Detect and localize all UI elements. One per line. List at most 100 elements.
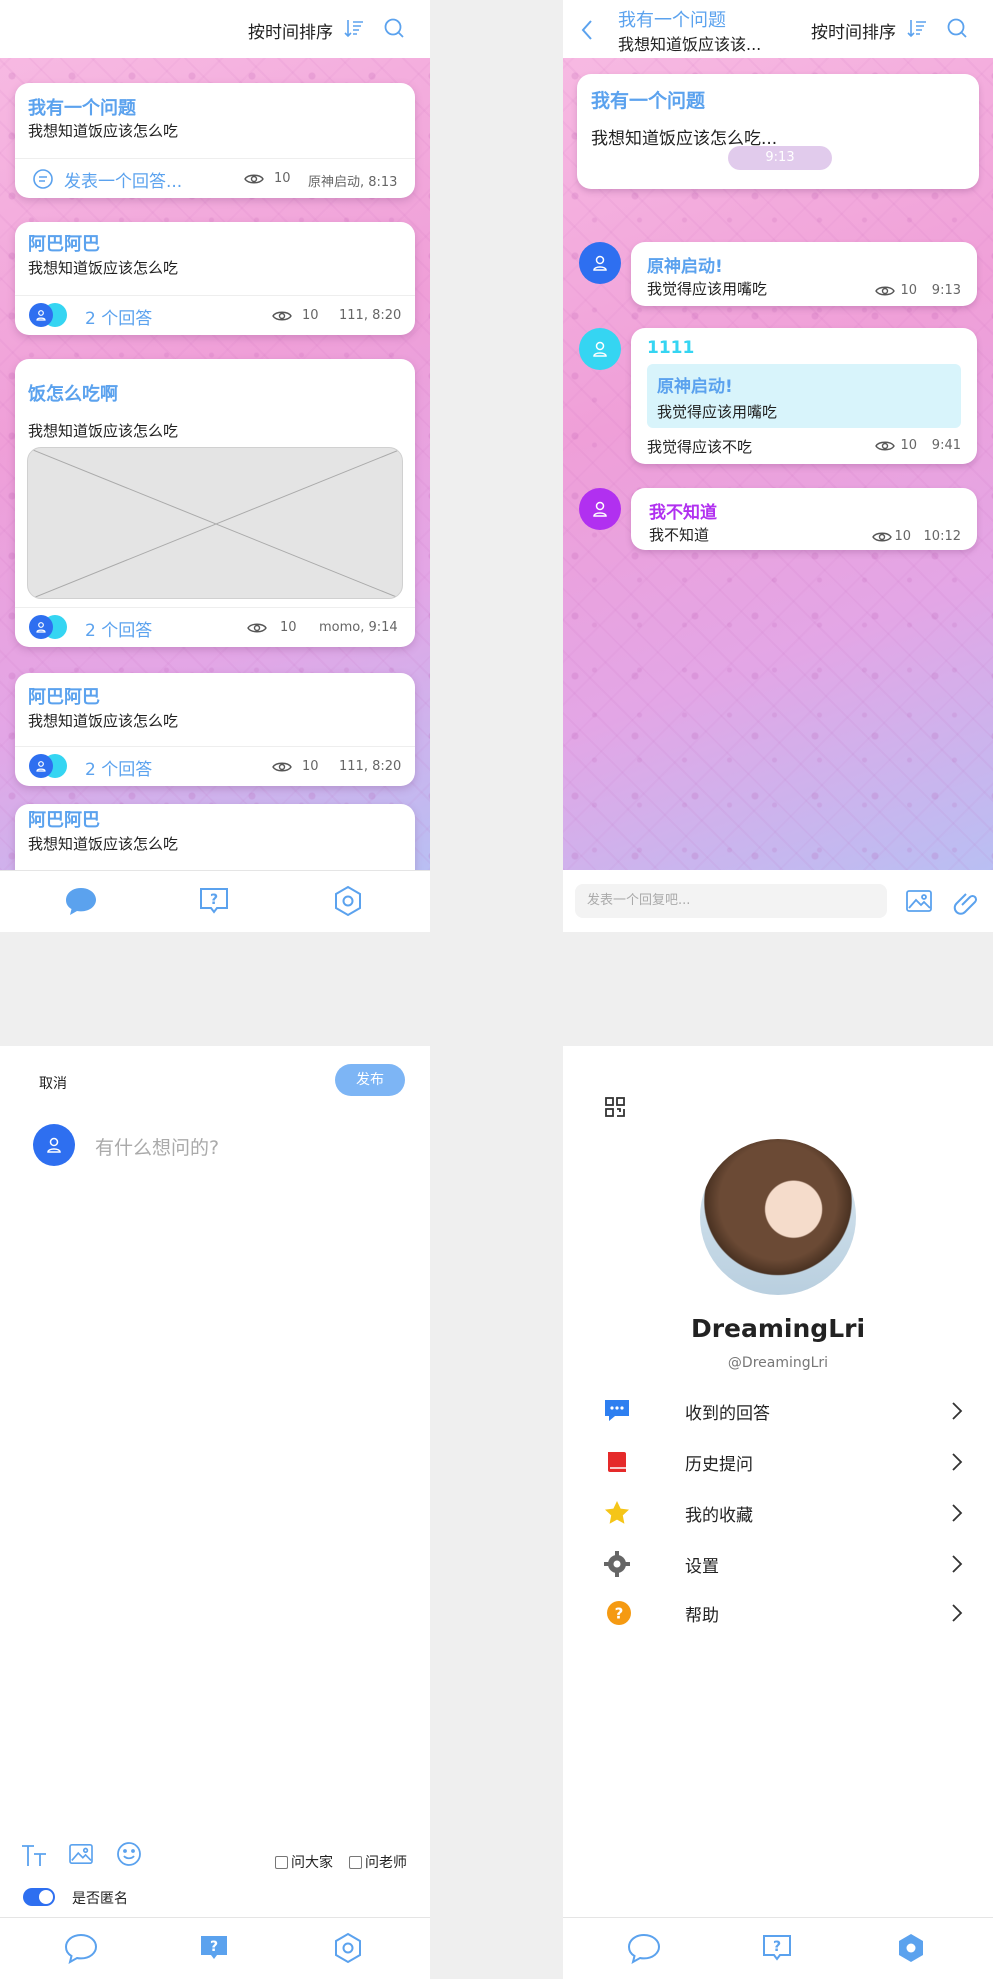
checkbox-box[interactable] <box>275 1855 288 1869</box>
svg-text:?: ? <box>210 1939 218 1955</box>
text-format-icon[interactable] <box>20 1842 48 1868</box>
post-card[interactable]: 阿巴阿巴 我想知道饭应该怎么吃 2 个回答 10 111, 8:20 <box>15 222 415 335</box>
qr-code-icon[interactable] <box>604 1096 626 1118</box>
menu-label: 设置 <box>685 1557 719 1577</box>
emoji-icon[interactable] <box>116 1841 142 1867</box>
post-title: 饭怎么吃啊 <box>28 384 118 405</box>
menu-item-history[interactable]: 历史提问 <box>603 1442 963 1482</box>
svg-text:?: ? <box>773 1939 781 1955</box>
anonymous-toggle[interactable] <box>23 1888 55 1906</box>
view-count: 10 <box>900 283 917 298</box>
message-author: 我不知道 <box>649 503 717 523</box>
message-text: 我觉得应该不吃 <box>647 438 753 456</box>
answer-count[interactable]: 2 个回答 <box>85 616 152 641</box>
eye-icon <box>244 172 264 186</box>
chevron-right-icon <box>951 1554 963 1574</box>
tab-question-icon[interactable]: ? <box>761 1932 793 1964</box>
post-text: 我想知道饭应该怎么吃 <box>28 712 179 730</box>
tab-profile-icon[interactable] <box>332 885 364 917</box>
eye-icon <box>272 760 292 774</box>
menu-item-settings[interactable]: 设置 <box>603 1544 963 1584</box>
reply-bar: 发表一个回复吧... <box>563 870 993 932</box>
attachment-icon[interactable] <box>950 887 980 917</box>
menu-item-help[interactable]: ? 帮助 <box>603 1593 963 1633</box>
post-text: 我想知道饭应该怎么吃 <box>28 259 179 277</box>
post-card[interactable]: 饭怎么吃啊 我想知道饭应该怎么吃 2 个回答 10 momo, 9:14 <box>15 359 415 647</box>
view-count: 10 <box>302 759 319 774</box>
tab-chat-icon[interactable] <box>64 885 98 917</box>
image-icon[interactable] <box>68 1843 94 1865</box>
message-bubble[interactable]: 1111 原神启动! 我觉得应该用嘴吃 我觉得应该不吃 10 9:41 <box>631 328 977 464</box>
search-icon[interactable] <box>946 17 968 39</box>
bottom-tabbar: ? <box>0 1917 430 1979</box>
back-icon[interactable] <box>580 19 594 41</box>
tab-profile-icon[interactable] <box>332 1932 364 1964</box>
reply-input[interactable]: 发表一个回复吧... <box>575 884 887 918</box>
feed-screen: 按时间排序 我有一个问题 我想知道饭应该怎么吃 发表一个回答... 10 原神启… <box>0 0 430 932</box>
image-placeholder[interactable] <box>27 447 403 599</box>
menu-item-received-answers[interactable]: 收到的回答 <box>603 1391 963 1431</box>
publish-button[interactable]: 发布 <box>335 1064 405 1096</box>
chat-topbar: 我有一个问题 我想知道饭应该该... 按时间排序 <box>563 0 993 58</box>
anonymous-label: 是否匿名 <box>72 1891 128 1907</box>
tab-question-icon[interactable]: ? <box>198 885 230 917</box>
tab-profile-icon[interactable] <box>895 1932 927 1964</box>
tab-chat-icon[interactable] <box>627 1932 661 1964</box>
post-meta: 111, 8:20 <box>339 308 402 323</box>
view-count: 10 <box>274 171 291 186</box>
eye-icon <box>272 309 292 323</box>
post-card[interactable]: 阿巴阿巴 我想知道饭应该怎么吃 2 个回答 10 111, 8:20 <box>15 673 415 786</box>
chevron-right-icon <box>951 1603 963 1623</box>
message-bubble[interactable]: 原神启动! 我觉得应该用嘴吃 10 9:13 <box>631 242 977 306</box>
sort-label[interactable]: 按时间排序 <box>248 18 333 43</box>
message-time: 9:13 <box>931 283 961 298</box>
ask-teacher-checkbox[interactable]: 问老师 <box>349 1852 407 1872</box>
avatar <box>29 303 53 327</box>
view-count: 10 <box>302 308 319 323</box>
time-divider: 9:13 <box>728 146 832 170</box>
post-footer: 发表一个回答... 10 原神启动, 8:13 <box>15 158 415 198</box>
question-card: 我有一个问题 我想知道饭应该怎么吃... <box>577 74 979 189</box>
ask-all-checkbox[interactable]: 问大家 <box>275 1852 333 1872</box>
eye-icon <box>875 284 895 298</box>
cancel-button[interactable]: 取消 <box>39 1073 67 1093</box>
post-footer: 2 个回答 10 111, 8:20 <box>15 746 415 786</box>
message-author: 原神启动! <box>647 257 723 277</box>
menu-item-favorites[interactable]: 我的收藏 <box>603 1493 963 1533</box>
post-title: 阿巴阿巴 <box>28 687 100 708</box>
avatar[interactable] <box>579 328 621 370</box>
reply-prompt[interactable]: 发表一个回答... <box>64 167 182 192</box>
sort-icon[interactable] <box>906 17 928 39</box>
image-icon[interactable] <box>905 889 933 913</box>
post-title: 我有一个问题 <box>28 98 136 119</box>
chevron-right-icon <box>951 1401 963 1421</box>
tab-question-icon[interactable]: ? <box>198 1932 230 1964</box>
checkbox-box[interactable] <box>349 1855 362 1869</box>
eye-icon <box>872 530 892 544</box>
message-text: 我觉得应该用嘴吃 <box>647 280 768 298</box>
svg-text:?: ? <box>615 1605 624 1623</box>
post-footer: 2 个回答 10 111, 8:20 <box>15 295 415 335</box>
post-card[interactable]: 我有一个问题 我想知道饭应该怎么吃 发表一个回答... 10 原神启动, 8:1… <box>15 83 415 198</box>
avatar[interactable] <box>579 488 621 530</box>
sort-label[interactable]: 按时间排序 <box>811 18 896 43</box>
tab-chat-icon[interactable] <box>64 1932 98 1964</box>
avatar <box>29 615 53 639</box>
sort-icon[interactable] <box>343 17 365 39</box>
post-text: 我想知道饭应该怎么吃 <box>28 835 179 853</box>
profile-handle: @DreamingLri <box>727 1355 829 1371</box>
post-title: 阿巴阿巴 <box>28 234 100 255</box>
avatar[interactable] <box>700 1139 856 1295</box>
book-icon <box>603 1448 631 1476</box>
answer-count[interactable]: 2 个回答 <box>85 755 152 780</box>
bottom-tabbar: ? <box>0 870 430 932</box>
chat-screen: 我有一个问题 我想知道饭应该该... 按时间排序 我有一个问题 我想知道饭应该怎… <box>563 0 993 932</box>
quoted-message[interactable]: 原神启动! 我觉得应该用嘴吃 <box>647 364 961 428</box>
search-icon[interactable] <box>383 17 405 39</box>
eye-icon <box>247 621 267 635</box>
comment-icon <box>32 168 54 190</box>
answer-count[interactable]: 2 个回答 <box>85 304 152 329</box>
avatar[interactable] <box>579 242 621 284</box>
question-input[interactable]: 有什么想问的? <box>95 1133 219 1160</box>
message-bubble[interactable]: 我不知道 我不知道 10 10:12 <box>631 488 977 550</box>
